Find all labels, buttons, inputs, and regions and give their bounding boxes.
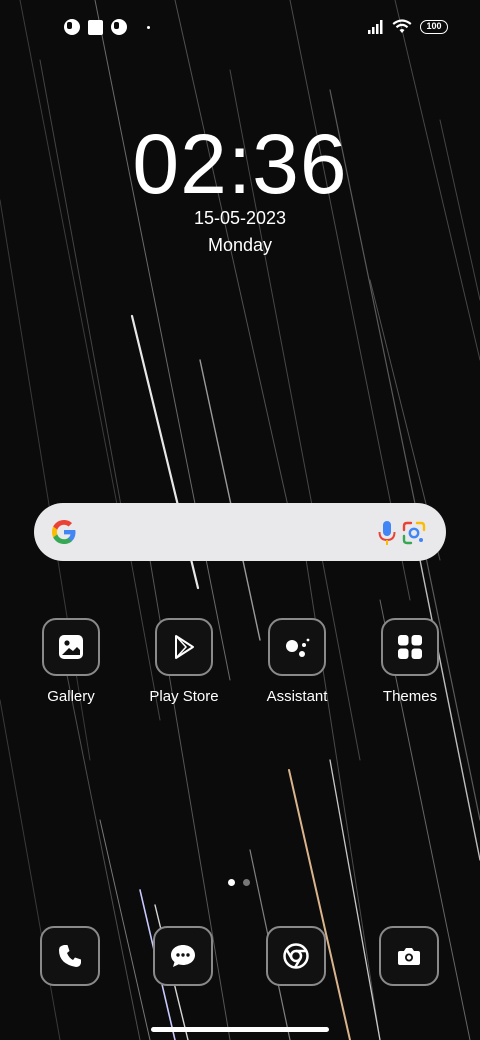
system-icons: 100 — [368, 19, 448, 34]
app-label: Play Store — [149, 688, 219, 705]
gallery-icon[interactable] — [42, 618, 100, 676]
assistant-icon[interactable] — [268, 618, 326, 676]
app-gallery[interactable]: Gallery — [21, 618, 121, 705]
notification-app-icon — [111, 19, 127, 35]
app-play-store[interactable]: Play Store — [134, 618, 234, 705]
app-assistant[interactable]: Assistant — [247, 618, 347, 705]
app-label: Themes — [382, 688, 438, 705]
clock-day: Monday — [207, 235, 273, 255]
google-g-icon — [52, 520, 76, 544]
google-search-bar[interactable] — [34, 503, 446, 561]
camera-icon[interactable] — [379, 926, 439, 986]
google-lens-icon[interactable] — [400, 519, 428, 547]
app-label: Assistant — [266, 688, 328, 705]
cellular-signal-icon — [368, 19, 383, 34]
notification-icons — [64, 19, 150, 35]
play-store-icon[interactable] — [155, 618, 213, 676]
gesture-navigation-handle[interactable] — [151, 1027, 329, 1032]
dock-chrome[interactable] — [246, 926, 346, 986]
microphone-icon[interactable] — [374, 519, 400, 547]
dock-camera[interactable] — [359, 926, 459, 986]
dock-messages[interactable] — [133, 926, 233, 986]
page-dot-active — [228, 879, 235, 886]
themes-icon[interactable] — [381, 618, 439, 676]
messages-icon[interactable] — [153, 926, 213, 986]
page-dot — [243, 879, 250, 886]
app-themes[interactable]: Themes — [360, 618, 460, 705]
more-notifications-dot — [147, 25, 150, 29]
clock-date: 15-05-2023 — [193, 208, 287, 228]
status-bar[interactable]: 100 — [0, 0, 480, 56]
battery-indicator: 100 — [420, 19, 448, 34]
phone-icon[interactable] — [40, 926, 100, 986]
notification-app-icon — [64, 19, 80, 35]
chrome-icon[interactable] — [266, 926, 326, 986]
wifi-icon — [392, 19, 412, 33]
page-indicator[interactable] — [228, 879, 250, 886]
notification-square-icon — [88, 19, 103, 35]
app-label: Gallery — [47, 688, 95, 705]
dock-phone[interactable] — [20, 926, 120, 986]
clock-time[interactable]: 02:36 — [0, 116, 480, 212]
